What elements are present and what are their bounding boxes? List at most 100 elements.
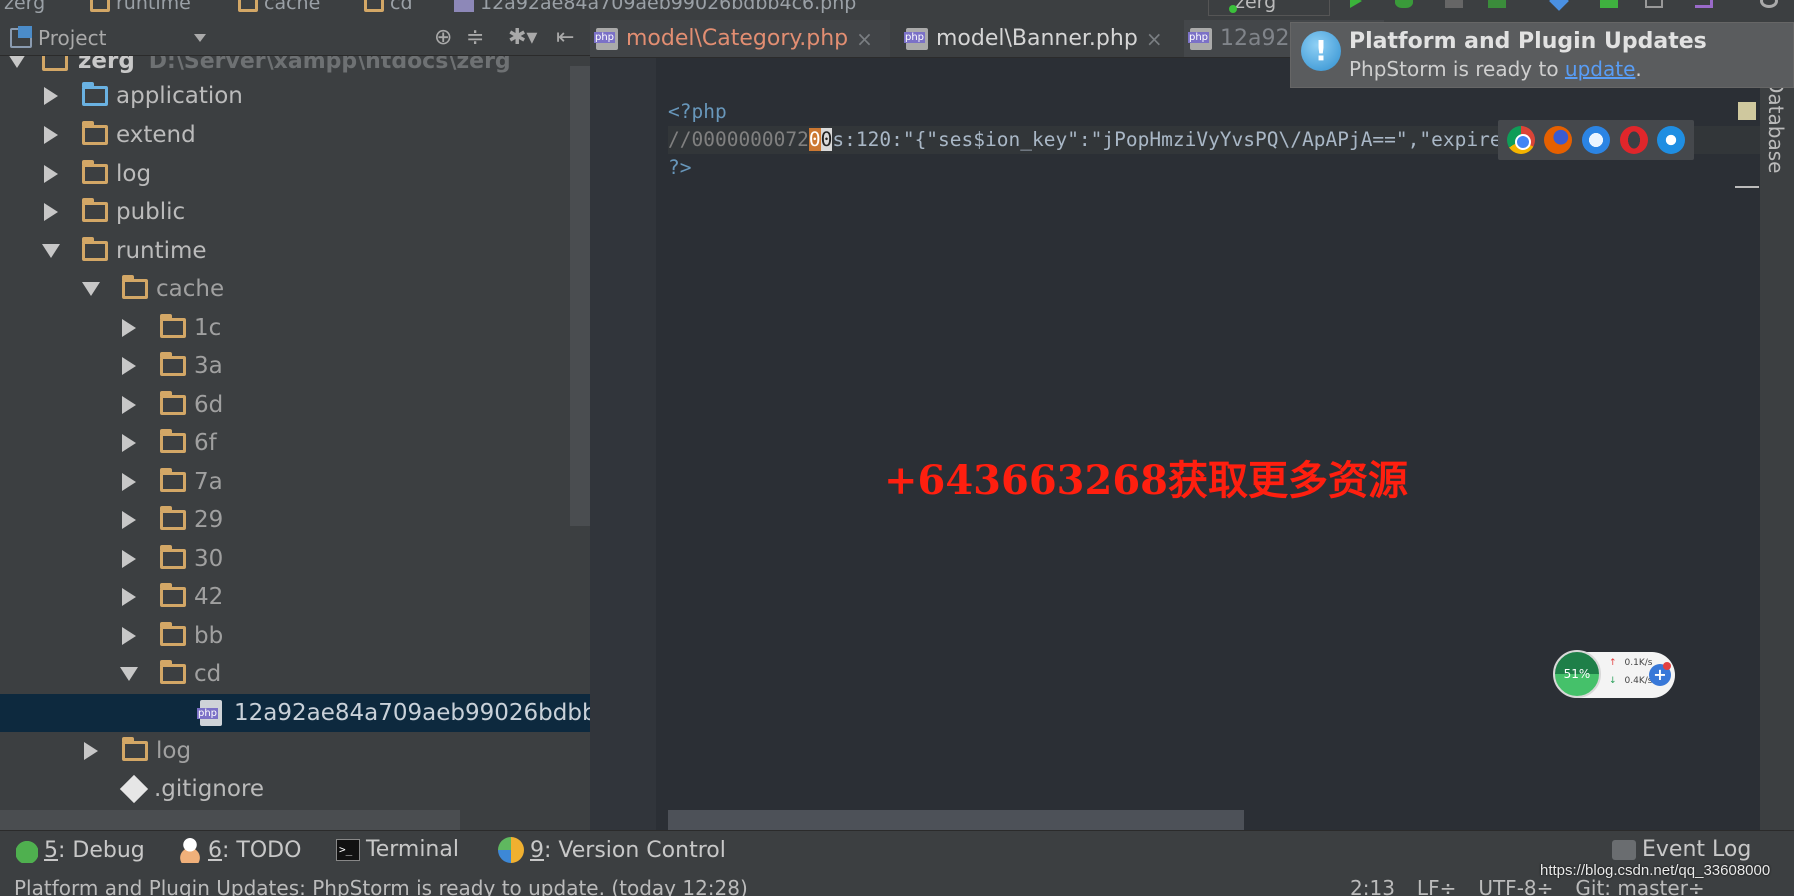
- download-speed: ↓ 0.4K/s: [1609, 676, 1653, 686]
- compare-icon[interactable]: [1645, 0, 1663, 8]
- tree-node-runtime[interactable]: runtime: [0, 232, 590, 270]
- collapse-arrow-icon[interactable]: [122, 357, 136, 375]
- tab-label: model\Category.php: [626, 26, 849, 51]
- code-editor[interactable]: <?php//000000007200s:120:"{"ses$ion_key"…: [590, 58, 1788, 830]
- tree-label: 7a: [194, 469, 223, 495]
- encoding-select[interactable]: UTF-8÷: [1478, 876, 1553, 896]
- internet-explorer-icon[interactable]: [1657, 126, 1686, 154]
- tree-node-42[interactable]: 42: [0, 578, 590, 616]
- tree-node-cache-file[interactable]: 12a92ae84a709aeb99026bdbb4c: [0, 694, 590, 732]
- close-icon[interactable]: ×: [1146, 27, 1163, 51]
- opera-icon[interactable]: [1619, 126, 1648, 154]
- caret-position[interactable]: 2:13: [1350, 876, 1395, 896]
- tool-window-debug[interactable]: 5: Debug: [16, 837, 145, 863]
- tree-horizontal-scrollbar[interactable]: [0, 810, 460, 830]
- editor-horizontal-scrollbar[interactable]: [668, 810, 1244, 830]
- collapse-arrow-icon[interactable]: [122, 511, 136, 529]
- tree-node-gitignore[interactable]: .gitignore: [0, 770, 590, 808]
- collapse-arrow-icon[interactable]: [122, 319, 136, 337]
- revert-icon[interactable]: [1695, 0, 1713, 8]
- tool-window-label: 5: Debug: [44, 837, 145, 863]
- tool-window-terminal[interactable]: >_ Terminal: [336, 837, 459, 862]
- tree-node-29[interactable]: 29: [0, 501, 590, 539]
- coverage-icon[interactable]: [1445, 0, 1463, 8]
- notification-balloon[interactable]: ! Platform and Plugin Updates PhpStorm i…: [1290, 22, 1794, 88]
- tool-window-event-log[interactable]: Event Log: [1612, 837, 1751, 862]
- chrome-icon[interactable]: [1506, 126, 1535, 154]
- tab-label: 12a92: [1220, 26, 1290, 51]
- vcs-update-icon[interactable]: [1549, 0, 1569, 11]
- run-icon[interactable]: [1350, 0, 1362, 8]
- boost-plus-icon[interactable]: +: [1649, 662, 1671, 686]
- collapse-arrow-icon[interactable]: [122, 434, 136, 452]
- scroll-from-source-icon[interactable]: ⊕: [434, 26, 452, 50]
- safari-icon[interactable]: [1581, 126, 1610, 154]
- collapse-arrow-icon[interactable]: [122, 473, 136, 491]
- expand-arrow-icon[interactable]: [42, 244, 60, 258]
- tree-node-application[interactable]: application: [0, 77, 590, 115]
- project-panel-title: Project: [38, 26, 107, 50]
- tree-node-public[interactable]: public: [0, 193, 590, 231]
- run-configuration-select[interactable]: zerg: [1208, 0, 1330, 16]
- breadcrumb-item[interactable]: cd: [364, 0, 413, 14]
- update-link[interactable]: update: [1565, 57, 1635, 81]
- tool-window-todo[interactable]: 6: TODO: [178, 837, 301, 863]
- tree-node-log[interactable]: log: [0, 155, 590, 193]
- expand-arrow-icon[interactable]: [82, 282, 100, 296]
- tree-node-7a[interactable]: 7a: [0, 463, 590, 501]
- collapse-arrow-icon[interactable]: [44, 165, 58, 183]
- search-everywhere-icon[interactable]: [1760, 0, 1778, 8]
- line-separator-select[interactable]: LF÷: [1417, 876, 1456, 896]
- tree-node-3a[interactable]: 3a: [0, 347, 590, 385]
- status-message[interactable]: Platform and Plugin Updates: PhpStorm is…: [14, 876, 748, 896]
- breadcrumb-item[interactable]: cache: [238, 0, 320, 14]
- tree-node-30[interactable]: 30: [0, 540, 590, 578]
- vcs-commit-icon[interactable]: [1600, 0, 1618, 8]
- collapse-arrow-icon[interactable]: [44, 126, 58, 144]
- hide-panel-icon[interactable]: ⇤: [556, 26, 574, 50]
- inspection-status-icon[interactable]: [1738, 102, 1756, 120]
- collapse-arrow-icon[interactable]: [122, 627, 136, 645]
- gear-icon[interactable]: ✱▾: [508, 26, 537, 50]
- collapse-arrow-icon[interactable]: [84, 742, 98, 760]
- collapse-arrow-icon[interactable]: [122, 396, 136, 414]
- firefox-icon[interactable]: [1544, 126, 1573, 154]
- breadcrumb-item[interactable]: 12a92ae84a709aeb99026bdbb4c6.php: [454, 0, 856, 14]
- breadcrumb-item[interactable]: runtime: [90, 0, 191, 14]
- notification-title: Platform and Plugin Updates: [1349, 29, 1707, 54]
- tab-banner-php[interactable]: model\Banner.php ×: [900, 20, 1174, 57]
- collapse-arrow-icon[interactable]: [44, 87, 58, 105]
- tree-node-6f[interactable]: 6f: [0, 424, 590, 462]
- collapse-all-icon[interactable]: ≑: [466, 26, 484, 50]
- tree-node-bb[interactable]: bb: [0, 617, 590, 655]
- expand-arrow-icon[interactable]: [120, 667, 138, 681]
- collapse-arrow-icon[interactable]: [122, 550, 136, 568]
- breadcrumb-item[interactable]: zerg: [4, 0, 45, 14]
- tree-node-1c[interactable]: 1c: [0, 309, 590, 347]
- network-monitor-widget[interactable]: 51% ↑ 0.1K/s ↓ 0.4K/s +: [1553, 650, 1675, 698]
- tree-node-cd[interactable]: cd: [0, 655, 590, 693]
- tree-node-6d[interactable]: 6d: [0, 386, 590, 424]
- collapse-arrow-icon[interactable]: [44, 203, 58, 221]
- tree-label: 6d: [194, 392, 224, 418]
- tree-label: .gitignore: [154, 776, 265, 802]
- collapse-arrow-icon[interactable]: [122, 588, 136, 606]
- expand-arrow-icon[interactable]: [8, 56, 26, 68]
- debug-icon[interactable]: [1395, 0, 1413, 8]
- profile-icon[interactable]: [1488, 0, 1506, 8]
- run-config-icon: [1229, 5, 1237, 13]
- tool-window-database[interactable]: Database: [1764, 78, 1788, 173]
- chevron-down-icon[interactable]: [194, 34, 206, 42]
- php-file-icon: [1188, 27, 1212, 50]
- tree-node-log[interactable]: log: [0, 732, 590, 770]
- project-view-selector[interactable]: Project: [10, 26, 106, 50]
- breadcrumb-label: cache: [264, 0, 321, 14]
- tree-node-extend[interactable]: extend: [0, 116, 590, 154]
- run-config-label: zerg: [1235, 0, 1277, 13]
- tool-window-version-control[interactable]: 9: Version Control: [498, 837, 726, 863]
- close-icon[interactable]: ×: [856, 27, 873, 51]
- git-branch-select[interactable]: Git: master÷: [1575, 876, 1704, 896]
- error-stripe-marker[interactable]: [1735, 186, 1759, 188]
- tree-node-cache[interactable]: cache: [0, 270, 590, 308]
- tab-category-php[interactable]: model\Category.php ×: [590, 20, 890, 57]
